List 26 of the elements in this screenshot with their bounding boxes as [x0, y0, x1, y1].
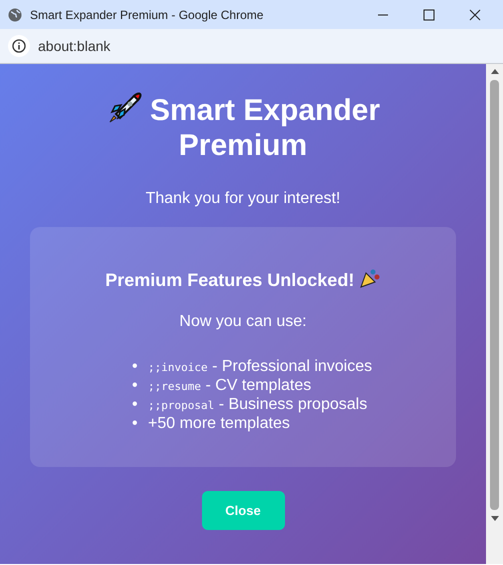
thank-you-text: Thank you for your interest! [144, 189, 342, 209]
feature-text: - Business proposals [218, 396, 368, 413]
info-icon[interactable] [12, 39, 26, 53]
party-popper-icon [358, 267, 381, 289]
command-code: ;;resume [148, 380, 201, 393]
url-text[interactable]: about:blank [38, 36, 110, 56]
maximize-icon[interactable] [423, 8, 435, 20]
bullet-mark: • [132, 377, 139, 395]
scrollbar-thumb[interactable] [490, 80, 499, 510]
app-heading: Smart Expander Premium [150, 94, 380, 162]
intro-text: Now you can use: [178, 312, 308, 332]
bullet-mark: • [132, 358, 139, 376]
card-title: Premium Features Unlocked! [105, 270, 354, 290]
command-code: ;;invoice [148, 361, 208, 374]
feature-text: - Professional invoices [212, 358, 372, 375]
bullet-mark: • [132, 396, 139, 414]
window-title: Smart Expander Premium - Google Chrome [30, 6, 264, 24]
scroll-up-icon[interactable] [490, 68, 498, 74]
scrollbar[interactable] [486, 64, 503, 564]
feature-text: - CV templates [205, 377, 312, 394]
close-icon[interactable] [469, 8, 481, 20]
feature-text: +50 more templates [148, 415, 290, 432]
bullet-mark: • [132, 415, 139, 433]
globe-icon [8, 8, 22, 22]
scroll-down-icon[interactable] [490, 516, 498, 522]
command-code: ;;proposal [148, 399, 214, 412]
